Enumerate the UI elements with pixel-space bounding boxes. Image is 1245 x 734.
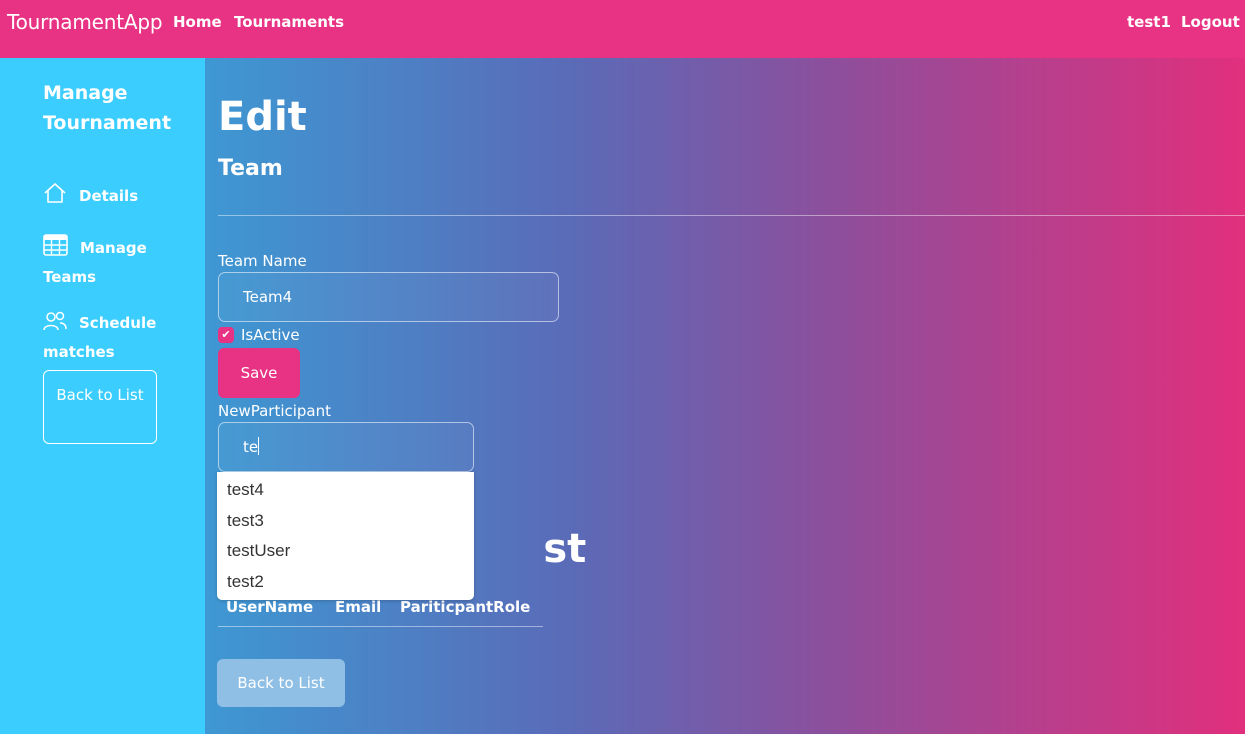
sidebar-item-label: Details: [79, 187, 139, 205]
table-divider: [218, 626, 543, 627]
nav-tournaments-link[interactable]: Tournaments: [234, 13, 344, 31]
autocomplete-option[interactable]: test2: [217, 569, 474, 600]
column-header-email: Email: [335, 598, 382, 616]
main-content: Edit Team Team Name Team4 ✔ IsActive Sav…: [205, 58, 1245, 734]
is-active-label: IsActive: [241, 326, 300, 344]
team-name-label: Team Name: [218, 252, 307, 270]
sidebar-back-to-list-button[interactable]: Back to List: [43, 370, 157, 444]
brand-link[interactable]: TournamentApp: [7, 10, 163, 34]
back-to-list-button[interactable]: Back to List: [217, 659, 345, 707]
sidebar-item-manage-teams[interactable]: Manage Teams: [43, 234, 193, 290]
autocomplete-dropdown: test4 test3 testUser test2: [217, 472, 474, 600]
logout-link[interactable]: Logout: [1181, 13, 1240, 31]
column-header-participant-role: PariticpantRole: [400, 598, 531, 616]
autocomplete-option[interactable]: test4: [217, 477, 474, 508]
sidebar-item-schedule-matches[interactable]: Schedule matches: [43, 310, 193, 365]
divider: [218, 215, 1245, 216]
new-participant-value: te: [243, 438, 259, 456]
new-participant-input[interactable]: te: [218, 422, 474, 472]
page-subtitle: Team: [218, 156, 283, 181]
participants-heading-visible: st: [543, 526, 587, 572]
home-icon: [43, 182, 67, 212]
autocomplete-option[interactable]: test3: [217, 508, 474, 539]
autocomplete-option[interactable]: testUser: [217, 538, 474, 569]
top-navbar: TournamentApp Home Tournaments test1 Log…: [0, 0, 1245, 58]
save-button[interactable]: Save: [218, 348, 300, 398]
nav-home-link[interactable]: Home: [173, 13, 222, 31]
new-participant-label: NewParticipant: [218, 402, 332, 420]
sidebar-title: Manage Tournament: [43, 82, 172, 134]
text-caret: [258, 437, 260, 455]
column-header-username: UserName: [226, 598, 314, 616]
sidebar: Manage Tournament Details Manage Teams S…: [0, 58, 205, 734]
table-icon: [43, 234, 68, 264]
sidebar-item-details[interactable]: Details: [43, 182, 193, 212]
is-active-checkbox[interactable]: ✔: [218, 327, 234, 343]
team-name-input[interactable]: Team4: [218, 272, 559, 322]
people-icon: [43, 311, 67, 339]
nav-user-link[interactable]: test1: [1127, 13, 1171, 31]
page-title: Edit: [218, 94, 307, 140]
